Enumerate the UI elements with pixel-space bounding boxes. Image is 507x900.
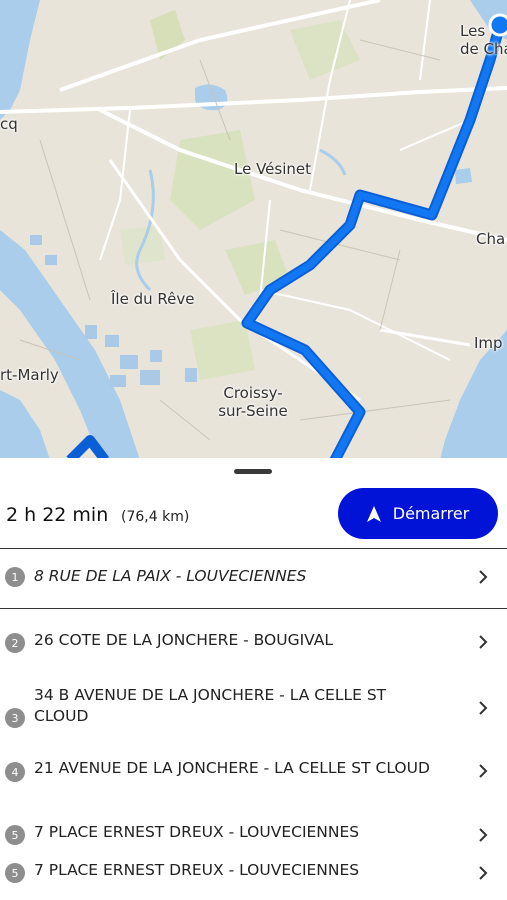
park-area	[190, 320, 255, 380]
sheet-grabber[interactable]	[234, 469, 272, 474]
summary-divider	[0, 548, 507, 549]
stop-number-badge: 1	[5, 567, 25, 587]
stop-number-badge: 5	[5, 863, 25, 883]
route-distance: (76,4 km)	[121, 509, 190, 525]
stop-item[interactable]: 5 7 PLACE ERNEST DREUX - LOUVECIENNES	[0, 858, 507, 888]
current-stop-divider	[0, 608, 507, 609]
stop-address: 26 COTE DE LA JONCHERE - BOUGIVAL	[34, 631, 334, 649]
stop-address: 7 PLACE ERNEST DREUX - LOUVECIENNES	[34, 861, 360, 879]
map-label-le-vesinet: Le Vésinet	[234, 160, 312, 178]
stop-item[interactable]: 2 26 COTE DE LA JONCHERE - BOUGIVAL	[0, 626, 507, 656]
navigation-arrow-icon	[366, 505, 381, 522]
stop-item[interactable]: 4 21 AVENUE DE LA JONCHERE - LA CELLE ST…	[0, 756, 507, 786]
chevron-right-icon	[479, 866, 488, 880]
stop-address: 7 PLACE ERNEST DREUX - LOUVECIENNES	[34, 823, 360, 841]
stop-number-badge: 5	[5, 825, 25, 845]
stop-address: 34 B AVENUE DE LA JONCHERE - LA CELLE ST…	[34, 686, 387, 725]
chevron-right-icon	[479, 635, 488, 649]
stop-number-badge: 2	[5, 633, 25, 653]
route-sheet: 2 h 22 min (76,4 km) Démarrer 1 8 RUE DE…	[0, 458, 507, 900]
river	[0, 0, 40, 120]
map-label-cq: cq	[0, 115, 18, 133]
park-area	[170, 130, 255, 230]
park-area	[290, 20, 360, 80]
map-label-cha: Cha	[476, 230, 506, 248]
map-label-port-marly: rt-Marly	[0, 366, 59, 384]
pond	[455, 168, 472, 184]
route-map[interactable]: Les de Cha Le Vésinet Île du Rêve Croiss…	[0, 0, 507, 460]
start-navigation-label: Démarrer	[392, 504, 470, 523]
map-label-les-chatou: Les de Cha	[460, 22, 507, 58]
map-label-imp: Imp	[474, 334, 503, 352]
start-navigation-button[interactable]: Démarrer	[338, 488, 498, 539]
route-duration: 2 h 22 min	[6, 504, 109, 526]
river	[0, 390, 50, 460]
stop-item[interactable]: 1 8 RUE DE LA PAIX - LOUVECIENNES	[0, 562, 507, 592]
chevron-right-icon	[479, 828, 488, 842]
stop-number-badge: 4	[5, 762, 25, 782]
stop-item[interactable]: 3 34 B AVENUE DE LA JONCHERE - LA CELLE …	[0, 684, 507, 734]
chevron-right-icon	[479, 764, 488, 778]
stop-item[interactable]: 5 7 PLACE ERNEST DREUX - LOUVECIENNES	[0, 820, 507, 850]
chevron-right-icon	[479, 701, 488, 715]
stop-address: 8 RUE DE LA PAIX - LOUVECIENNES	[34, 567, 307, 585]
map-label-croissy: Croissy- sur-Seine	[218, 384, 288, 420]
stop-address: 21 AVENUE DE LA JONCHERE - LA CELLE ST C…	[34, 759, 430, 777]
stop-number-badge: 3	[5, 708, 25, 728]
map-label-ile-du-reve: Île du Rêve	[111, 290, 195, 308]
chevron-right-icon	[479, 570, 488, 584]
route-summary: 2 h 22 min (76,4 km) Démarrer	[0, 488, 507, 548]
stream	[319, 148, 347, 176]
